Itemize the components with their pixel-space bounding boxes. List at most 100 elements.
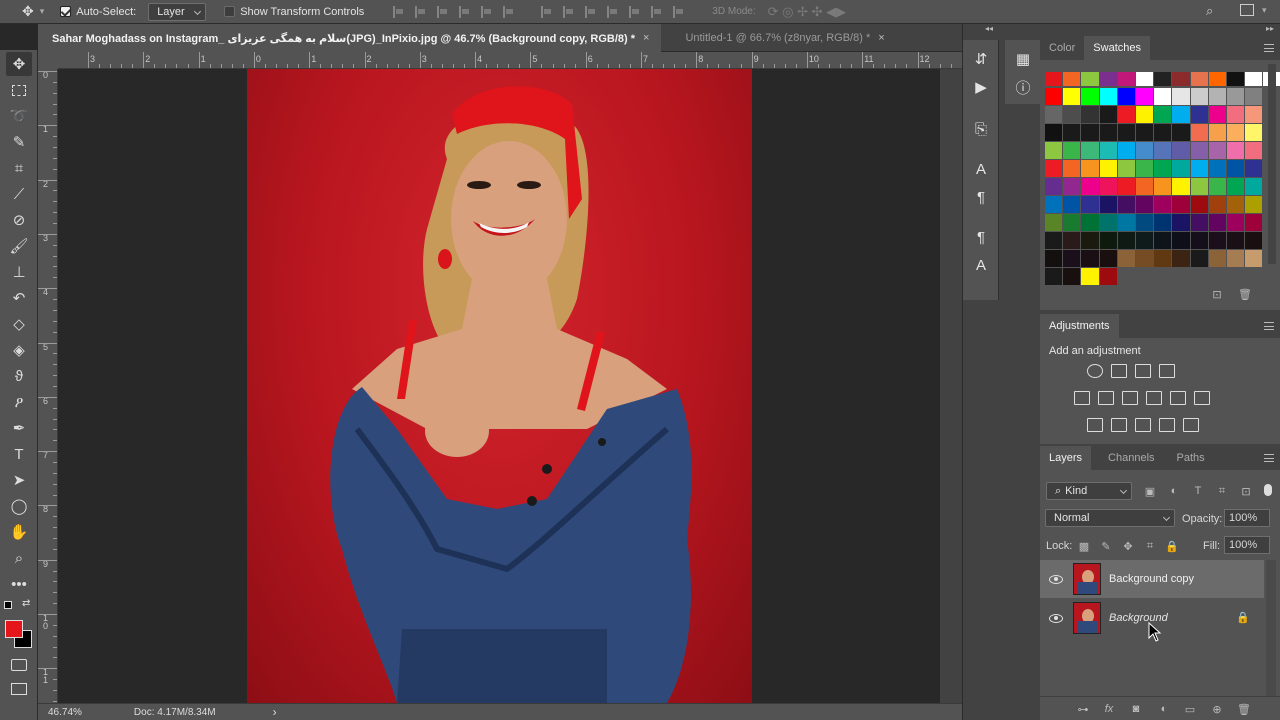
swatch[interactable] <box>1190 72 1208 86</box>
fill-field[interactable]: 100% <box>1224 536 1270 554</box>
black-white-icon[interactable] <box>1122 391 1138 405</box>
selective-color-icon[interactable] <box>1159 418 1175 432</box>
tab-close-icon[interactable]: × <box>878 32 884 44</box>
auto-select-checkbox[interactable] <box>60 6 72 17</box>
quick-select-icon[interactable]: ✎ <box>6 130 32 154</box>
swatch[interactable] <box>1227 106 1245 123</box>
swatch[interactable] <box>1208 196 1226 213</box>
lock-all-icon[interactable]: 🔒 <box>1165 540 1179 553</box>
swatch[interactable] <box>1081 160 1099 177</box>
align-bottom-icon[interactable] <box>437 5 449 18</box>
tab-swatches[interactable]: Swatches <box>1084 36 1150 60</box>
swatch[interactable] <box>1227 160 1245 177</box>
adjustments-menu-icon[interactable] <box>1264 322 1274 330</box>
workspace-icon[interactable] <box>1240 4 1254 16</box>
swatch[interactable] <box>1099 88 1117 105</box>
swatch[interactable] <box>1117 72 1135 86</box>
swatch[interactable] <box>1045 178 1063 195</box>
swatch[interactable] <box>1099 214 1117 231</box>
character-styles-icon[interactable]: A <box>968 254 994 276</box>
screen-mode-icon[interactable] <box>11 683 27 695</box>
swatch[interactable] <box>1099 178 1117 195</box>
layers-scrollbar[interactable] <box>1266 560 1276 700</box>
swatch[interactable] <box>1245 124 1263 141</box>
swatch[interactable] <box>1136 196 1154 213</box>
swatch[interactable] <box>1208 178 1226 195</box>
swatch[interactable] <box>1154 72 1172 86</box>
info-icon[interactable]: ⓘ <box>1010 76 1036 98</box>
document-canvas[interactable] <box>247 69 752 703</box>
swatch[interactable] <box>1081 72 1099 86</box>
smudge-icon[interactable]: ϑ <box>6 364 32 388</box>
swatch[interactable] <box>1045 232 1063 249</box>
swatch[interactable] <box>1045 160 1063 177</box>
swatch[interactable] <box>1154 178 1172 195</box>
zoom-icon[interactable]: ⌕ <box>6 546 32 570</box>
workspace-chevron-icon[interactable]: ▾ <box>1262 5 1267 16</box>
collapse-panels-icon[interactable]: ▸▸ <box>1266 24 1274 33</box>
swatch[interactable] <box>1154 232 1172 249</box>
color-lookup-icon[interactable] <box>1194 391 1210 405</box>
opacity-field[interactable]: 100% <box>1224 509 1270 527</box>
lock-image-icon[interactable]: ✎ <box>1099 540 1113 553</box>
swatch[interactable] <box>1045 124 1063 141</box>
swatch[interactable] <box>1136 72 1154 86</box>
swatch[interactable] <box>1227 72 1245 86</box>
link-layers-icon[interactable]: ⊶ <box>1076 703 1090 716</box>
horizontal-ruler[interactable]: 3 2 1 0 1 2 3 4 5 6 7 8 9 10 11 12 <box>58 52 962 69</box>
new-layer-icon[interactable]: ⊕ <box>1210 703 1224 716</box>
swatch[interactable] <box>1227 178 1245 195</box>
swatch[interactable] <box>1190 250 1208 267</box>
swatch[interactable] <box>1154 142 1172 159</box>
swatch[interactable] <box>1172 160 1190 177</box>
swatch[interactable] <box>1063 214 1081 231</box>
swatch[interactable] <box>1099 72 1117 86</box>
quick-mask-icon[interactable] <box>11 659 27 671</box>
swatch[interactable] <box>1245 196 1263 213</box>
swatch[interactable] <box>1245 214 1263 231</box>
history-brush-icon[interactable]: ↶ <box>6 286 32 310</box>
layer-style-fx-icon[interactable]: fx <box>1102 703 1116 715</box>
tab-adjustments[interactable]: Adjustments <box>1040 314 1119 338</box>
swatch[interactable] <box>1099 160 1117 177</box>
collapse-dock-icon[interactable]: ◂◂ <box>985 24 993 33</box>
gradient-map-icon[interactable] <box>1183 418 1199 432</box>
vibrance-icon[interactable] <box>1183 364 1199 378</box>
swatch[interactable] <box>1172 72 1190 86</box>
swatch[interactable] <box>1208 106 1226 123</box>
swatch[interactable] <box>1208 88 1226 105</box>
foreground-color-swatch[interactable] <box>5 620 23 638</box>
distribute-left-icon[interactable] <box>607 5 619 18</box>
distribute-top-icon[interactable] <box>541 5 553 18</box>
filter-pixel-icon[interactable]: ▣ <box>1143 485 1157 498</box>
actions-icon[interactable]: ▶ <box>968 76 994 98</box>
swatch[interactable] <box>1081 142 1099 159</box>
swatch[interactable] <box>1136 88 1154 105</box>
swatch[interactable] <box>1099 250 1117 267</box>
swatch[interactable] <box>1245 106 1263 123</box>
swatch[interactable] <box>1081 214 1099 231</box>
more-tools-icon[interactable]: ••• <box>6 572 32 596</box>
stamp-icon[interactable]: ⊥ <box>6 260 32 284</box>
swatch[interactable] <box>1081 88 1099 105</box>
swatch[interactable] <box>1154 106 1172 123</box>
show-transform-option[interactable]: Show Transform Controls <box>224 6 364 18</box>
swatch[interactable] <box>1208 124 1226 141</box>
tab-close-icon[interactable]: × <box>643 32 649 44</box>
paragraph-icon[interactable]: ¶ <box>968 186 994 208</box>
distribute-vcenter-icon[interactable] <box>563 5 575 18</box>
swatch[interactable] <box>1154 196 1172 213</box>
swatch[interactable] <box>1117 88 1135 105</box>
swatch[interactable] <box>1063 106 1081 123</box>
filter-toggle-icon[interactable] <box>1264 484 1272 496</box>
swatch[interactable] <box>1208 214 1226 231</box>
swatch[interactable] <box>1081 196 1099 213</box>
brightness-contrast-icon[interactable] <box>1087 364 1103 378</box>
filter-type-icon[interactable]: T <box>1191 485 1205 497</box>
search-icon[interactable]: ⌕ <box>1206 3 1213 19</box>
zoom-level[interactable]: 46.74% <box>48 707 82 718</box>
swatch[interactable] <box>1063 250 1081 267</box>
swatch[interactable] <box>1045 72 1063 86</box>
path-select-icon[interactable]: ➤ <box>6 468 32 492</box>
swatch[interactable] <box>1063 268 1081 285</box>
